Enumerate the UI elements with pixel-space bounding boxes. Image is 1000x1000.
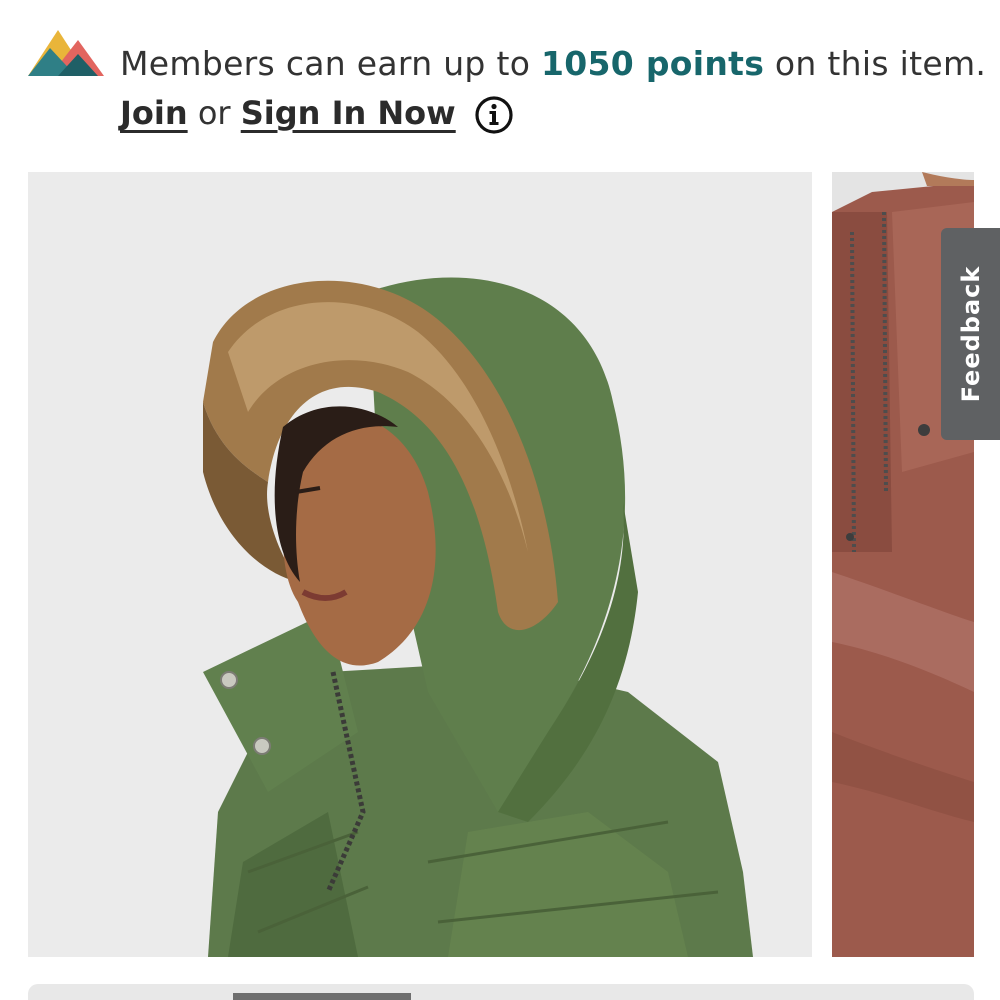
rewards-suffix: on this item.	[764, 44, 987, 83]
thumbnail-strip[interactable]	[28, 984, 974, 1000]
sign-in-link[interactable]: Sign In Now	[241, 94, 456, 132]
feedback-tab[interactable]: Feedback	[941, 228, 1000, 440]
green-parka-image	[28, 172, 812, 957]
rewards-actions: Join or Sign In Now	[120, 90, 456, 136]
or-text: or	[187, 94, 241, 132]
info-circle-icon[interactable]	[474, 95, 514, 135]
thumbnail-scroll-indicator[interactable]	[233, 993, 411, 1000]
product-image-carousel	[0, 172, 1000, 958]
feedback-label: Feedback	[956, 265, 985, 403]
rewards-message: Members can earn up to 1050 points on th…	[120, 40, 986, 88]
product-image-main[interactable]	[28, 172, 812, 957]
rewards-logo-icon	[28, 30, 104, 76]
rewards-prefix: Members can earn up to	[120, 44, 541, 83]
product-page: Members can earn up to 1050 points on th…	[0, 0, 1000, 1000]
join-link[interactable]: Join	[120, 94, 188, 132]
rewards-points: 1050 points	[540, 44, 765, 83]
